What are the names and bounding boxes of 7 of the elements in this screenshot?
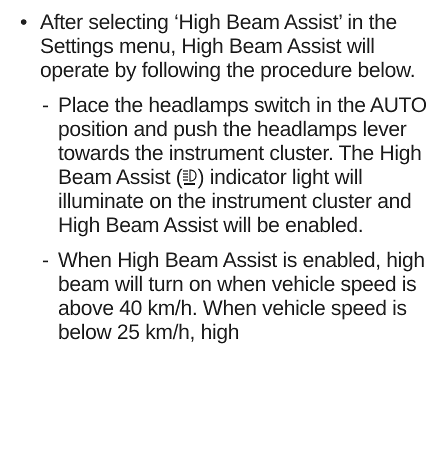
dash-marker: - (41, 94, 50, 119)
bullet-marker: • (19, 11, 28, 36)
step-text: Place the headlamps switch in the AUTO position and push the headlamps lever towards the instrument cluster. The High Beam Assist ( ) indicator light will illuminate on the instrument cluster and High Beam Assist will be enabled. (58, 94, 428, 238)
bullet-text: After selecting ‘High Beam Assist’ in the Settings menu, High Beam Assist will operate by following the procedure below. (40, 11, 416, 83)
step-text: When High Beam Assist is enabled, high beam will turn on when vehicle speed is above 40 km/h. When vehicle speed is below 25 km/h, high (58, 249, 426, 345)
dash-marker: - (41, 249, 50, 274)
high-beam-auto-icon (182, 169, 198, 186)
